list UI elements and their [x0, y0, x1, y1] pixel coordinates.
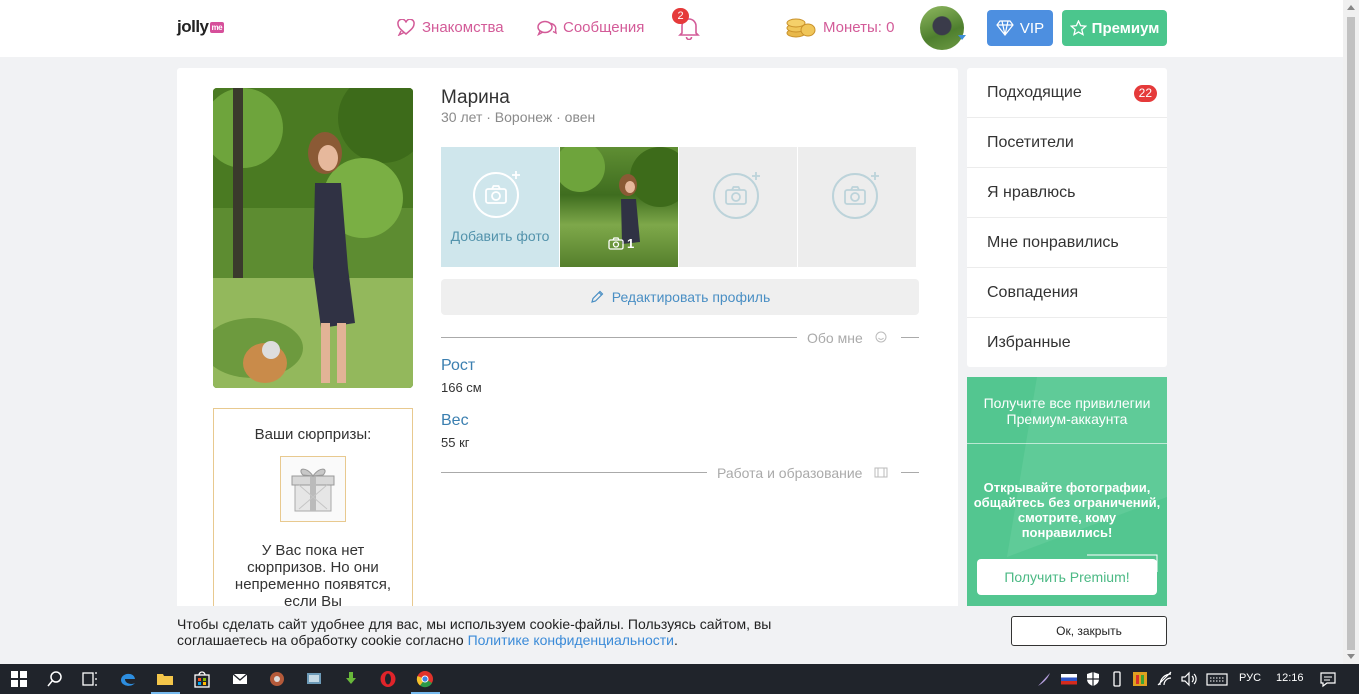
- wifi-icon[interactable]: [1156, 670, 1174, 688]
- height-value: 166 см: [441, 380, 482, 395]
- get-premium-button[interactable]: Получить Premium!: [977, 559, 1157, 595]
- edit-profile-button[interactable]: Редактировать профиль: [441, 279, 919, 315]
- empty-photo-slot[interactable]: [798, 147, 916, 267]
- volume-icon[interactable]: [1180, 670, 1198, 688]
- scrollbar-thumb[interactable]: [1347, 17, 1355, 650]
- profile-name: Марина: [441, 87, 510, 108]
- coins-link[interactable]: Монеты: 0: [785, 16, 894, 38]
- app-window-icon[interactable]: [305, 670, 323, 688]
- star-icon: [1069, 20, 1087, 36]
- search-icon[interactable]: [46, 670, 64, 688]
- work-section-divider: Работа и образование: [441, 465, 919, 481]
- work-section-title: Работа и образование: [717, 465, 863, 481]
- briefcase-icon: [874, 467, 888, 478]
- chat-bubbles-icon: [537, 20, 557, 36]
- app-icon[interactable]: [268, 670, 286, 688]
- cookie-text: Чтобы сделать сайт удобнее для вас, мы и…: [177, 616, 772, 648]
- photo-thumbnail[interactable]: 1: [555, 142, 690, 267]
- windows-start-icon[interactable]: [10, 670, 28, 688]
- clock[interactable]: 12:16: [1276, 672, 1304, 684]
- vip-button[interactable]: VIP: [987, 10, 1053, 46]
- diamond-icon: [996, 20, 1014, 36]
- top-header: jolly me Знакомства Сообщения 2 Монеты: 0: [0, 0, 1343, 57]
- camera-plus-icon: [473, 171, 520, 218]
- premium-promo-panel: Получите все привилегии Премиум-аккаунта…: [967, 377, 1167, 612]
- gifts-title: Ваши сюрпризы:: [254, 426, 372, 443]
- russian-flag-icon[interactable]: [1060, 670, 1078, 688]
- store-icon[interactable]: [193, 670, 211, 688]
- photo-illustration: [213, 88, 413, 388]
- matching-count-badge: 22: [1133, 85, 1157, 102]
- sidebar-item-liked-me[interactable]: Я нравлюсь: [967, 168, 1167, 218]
- height-label: Рост: [441, 357, 476, 374]
- keyboard-icon[interactable]: [1206, 670, 1228, 688]
- vip-label: VIP: [1019, 19, 1045, 37]
- camera-plus-icon: [832, 172, 879, 219]
- gifts-empty-text: У Вас пока нет сюрпризов. Но они непреме…: [234, 542, 392, 610]
- scroll-up-arrow-icon[interactable]: [1347, 5, 1355, 10]
- pencil-icon: [590, 290, 604, 303]
- cookie-banner: Чтобы сделать сайт удобнее для вас, мы и…: [0, 606, 1343, 664]
- weight-label: Вес: [441, 412, 469, 429]
- premium-label: Премиум: [1091, 19, 1160, 37]
- gift-icon[interactable]: [280, 456, 346, 522]
- add-photo-label: Добавить фото: [450, 228, 550, 244]
- main-profile-photo[interactable]: [213, 88, 413, 388]
- nav-dating-link[interactable]: Знакомства: [397, 19, 504, 36]
- heart-chat-icon: [397, 19, 415, 36]
- page-scrollbar[interactable]: [1343, 0, 1359, 664]
- chevron-down-icon[interactable]: [958, 35, 966, 40]
- weight-value: 55 кг: [441, 435, 470, 450]
- notification-center-icon[interactable]: [1319, 670, 1337, 688]
- sidebar-item-favorites[interactable]: Избранные: [967, 318, 1167, 368]
- photo-count: 1: [608, 236, 634, 251]
- input-language[interactable]: РУС: [1239, 672, 1261, 684]
- coins-icon: [786, 18, 816, 38]
- feather-icon[interactable]: [1035, 670, 1053, 688]
- windows-taskbar: РУС 12:16: [0, 664, 1359, 694]
- task-view-icon[interactable]: [81, 670, 99, 688]
- download-icon[interactable]: [342, 670, 360, 688]
- about-section-title: Обо мне: [807, 330, 863, 346]
- sidebar-item-matching[interactable]: Подходящие 22: [967, 68, 1167, 118]
- shield-icon[interactable]: [1084, 670, 1102, 688]
- promo-title: Получите все привилегии Премиум-аккаунта: [983, 395, 1151, 427]
- file-explorer-icon[interactable]: [156, 670, 174, 688]
- about-section-divider: Обо мне: [441, 330, 919, 346]
- notifications-badge: 2: [672, 8, 689, 24]
- nav-dating-label: Знакомства: [422, 19, 504, 36]
- privacy-policy-link[interactable]: Политике конфиденциальности: [468, 632, 674, 648]
- nav-messages-label: Сообщения: [563, 19, 645, 36]
- sidebar-item-visitors[interactable]: Посетители: [967, 118, 1167, 168]
- cookie-accept-button[interactable]: Ок, закрыть: [1011, 616, 1167, 646]
- empty-photo-slot[interactable]: [679, 147, 797, 267]
- chrome-browser-icon[interactable]: [416, 670, 434, 688]
- scroll-down-arrow-icon[interactable]: [1347, 654, 1355, 659]
- app-tray-icon[interactable]: [1131, 670, 1149, 688]
- camera-plus-icon: [713, 172, 760, 219]
- gifts-panel: Ваши сюрпризы: У Вас пока нет сюрпризов.…: [213, 408, 413, 628]
- premium-button[interactable]: Премиум: [1062, 10, 1167, 46]
- photo-thumbnails: Добавить фото 1: [441, 142, 916, 267]
- camera-icon: [608, 237, 624, 250]
- promo-text: Открывайте фотографии, общайтесь без огр…: [973, 480, 1161, 540]
- user-avatar[interactable]: [920, 6, 964, 50]
- usb-device-icon[interactable]: [1108, 670, 1126, 688]
- coins-label: Монеты: 0: [823, 18, 895, 36]
- sidebar-item-matches[interactable]: Совпадения: [967, 268, 1167, 318]
- mail-icon[interactable]: [231, 670, 249, 688]
- add-photo-button[interactable]: Добавить фото: [441, 147, 559, 267]
- nav-messages-link[interactable]: Сообщения: [537, 19, 644, 36]
- edge-browser-icon[interactable]: [119, 670, 137, 688]
- edit-profile-label: Редактировать профиль: [611, 289, 771, 305]
- smile-icon: [875, 331, 887, 343]
- opera-browser-icon[interactable]: [379, 670, 397, 688]
- profile-subtitle: 30 лет · Воронеж · овен: [441, 109, 596, 125]
- sidebar-menu: Подходящие 22 Посетители Я нравлюсь Мне …: [967, 68, 1167, 367]
- sidebar-item-i-liked[interactable]: Мне понравились: [967, 218, 1167, 268]
- site-logo[interactable]: jolly me: [177, 17, 225, 37]
